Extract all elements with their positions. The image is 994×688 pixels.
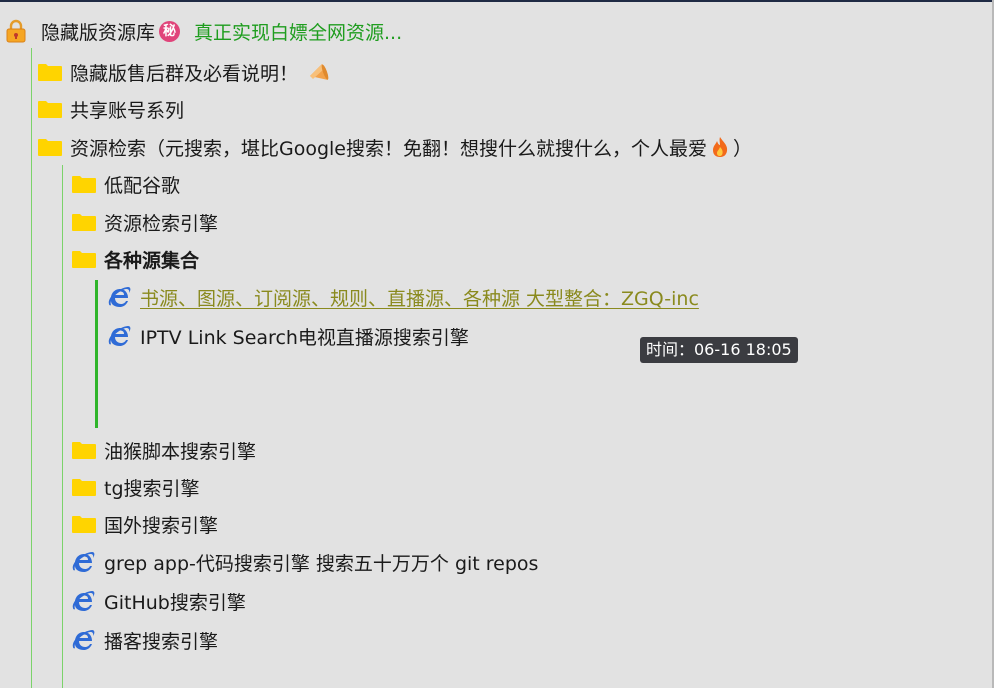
tree-item-after-sales[interactable]: 隐藏版售后群及必看说明！	[38, 57, 330, 87]
window-top-border	[0, 0, 994, 2]
ie-browser-icon	[106, 323, 132, 349]
tree-item-label: 共享账号系列	[70, 99, 185, 122]
folder-icon	[72, 515, 96, 533]
tree-line-level2	[62, 165, 63, 688]
tree-item-label: 隐藏版售后群及必看说明！	[70, 62, 299, 85]
tree-item-label: 资源检索（元搜索，堪比Google搜索！免翻！想搜什么就搜什么，个人最爱	[70, 137, 708, 160]
tree-item-label: 低配谷歌	[104, 174, 181, 197]
tree-item-label: 国外搜索引擎	[104, 514, 219, 537]
tree-item-label: 油猴脚本搜索引擎	[104, 440, 257, 463]
link-item-podcast[interactable]: 播客搜索引擎	[70, 625, 218, 655]
link-item-iptv[interactable]: IPTV Link Search电视直播源搜索引擎	[106, 321, 469, 351]
ie-browser-icon	[70, 627, 96, 653]
folder-icon	[72, 478, 96, 496]
folder-icon	[72, 250, 96, 268]
tree-item-userscript[interactable]: 油猴脚本搜索引擎	[72, 435, 256, 465]
link-item-grep[interactable]: grep app-代码搜索引擎 搜索五十万万个 git repos	[70, 547, 538, 577]
root-node[interactable]: 隐藏版资源库 秘 真正实现白嫖全网资源...	[5, 16, 402, 46]
folder-icon	[38, 138, 62, 156]
tree-item-sources-collection[interactable]: 各种源集合	[72, 244, 199, 274]
link-item-github[interactable]: GitHub搜索引擎	[70, 586, 246, 616]
lock-icon	[5, 19, 27, 43]
link-label: 播客搜索引擎	[104, 630, 219, 653]
tree-item-tg[interactable]: tg搜索引擎	[72, 472, 200, 502]
root-subtitle: 真正实现白嫖全网资源...	[194, 21, 403, 44]
tree-item-shared-accounts[interactable]: 共享账号系列	[38, 94, 184, 124]
link-label[interactable]: 书源、图源、订阅源、规则、直播源、各种源 大型整合：ZGQ-inc	[140, 284, 699, 311]
ie-browser-icon	[106, 284, 132, 310]
link-label: IPTV Link Search电视直播源搜索引擎	[140, 326, 469, 349]
tree-item-label: 资源检索引擎	[104, 212, 219, 235]
timestamp-tooltip: 时间：06-16 18:05	[640, 337, 798, 363]
secret-badge: 秘	[159, 20, 181, 42]
ie-browser-icon	[70, 588, 96, 614]
tree-item-resource-search[interactable]: 资源检索（元搜索，堪比Google搜索！免翻！想搜什么就搜什么，个人最爱 ）	[38, 132, 752, 162]
link-item-sources[interactable]: 书源、图源、订阅源、规则、直播源、各种源 大型整合：ZGQ-inc	[106, 282, 699, 312]
megaphone-icon	[308, 62, 330, 82]
link-label: grep app-代码搜索引擎 搜索五十万万个 git repos	[104, 552, 539, 575]
fire-icon	[711, 136, 729, 158]
tree-line-level3-active	[95, 280, 98, 428]
tree-item-label: tg搜索引擎	[104, 477, 200, 500]
folder-icon	[72, 441, 96, 459]
tree-item-label: 各种源集合	[104, 249, 200, 272]
link-label: GitHub搜索引擎	[104, 591, 246, 614]
folder-icon	[38, 63, 62, 81]
root-title: 隐藏版资源库	[41, 21, 156, 44]
ie-browser-icon	[70, 549, 96, 575]
tree-line-level1	[31, 48, 32, 688]
tree-item-low-google[interactable]: 低配谷歌	[72, 169, 180, 199]
folder-icon	[72, 213, 96, 231]
folder-icon	[72, 175, 96, 193]
tree-item-search-engine[interactable]: 资源检索引擎	[72, 207, 218, 237]
folder-icon	[38, 100, 62, 118]
tree-item-foreign[interactable]: 国外搜索引擎	[72, 509, 218, 539]
tree-item-label-close: ）	[733, 137, 753, 160]
